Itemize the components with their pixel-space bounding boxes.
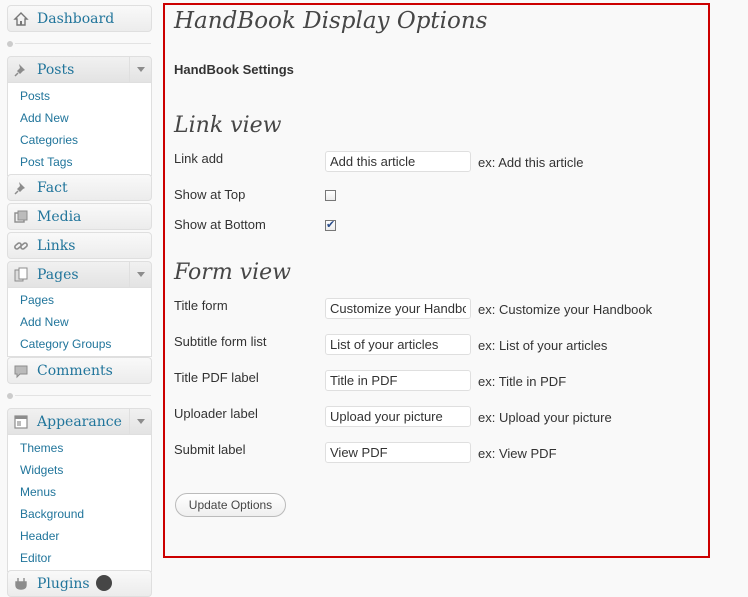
subtitle-form-list-label: Subtitle form list <box>174 334 267 349</box>
page-title: HandBook Display Options <box>174 8 488 34</box>
show-top-checkbox[interactable] <box>325 190 336 201</box>
media-icon <box>14 210 28 223</box>
menu-links[interactable]: Links <box>7 232 152 259</box>
update-options-button[interactable]: Update Options <box>175 493 286 517</box>
submit-label: Submit label <box>174 442 246 457</box>
menu-plugins-label: Plugins <box>37 576 90 592</box>
handbook-options-panel: HandBook Display Options HandBook Settin… <box>163 3 710 558</box>
menu-links-label: Links <box>37 238 76 254</box>
pages-icon <box>14 267 28 282</box>
appearance-toggle[interactable] <box>129 409 151 434</box>
submenu-category-groups[interactable]: Category Groups <box>8 333 151 355</box>
title-pdf-hint: ex: Title in PDF <box>478 374 567 389</box>
menu-media-label: Media <box>37 209 82 225</box>
menu-fact[interactable]: Fact <box>7 174 152 201</box>
menu-comments-label: Comments <box>37 363 113 379</box>
menu-dashboard-label: Dashboard <box>37 11 115 27</box>
menu-media[interactable]: Media <box>7 203 152 230</box>
show-bottom-checkbox[interactable]: ✔ <box>325 219 336 231</box>
submenu-add-new-page[interactable]: Add New <box>8 311 151 333</box>
show-bottom-label: Show at Bottom <box>174 217 266 232</box>
menu-pages[interactable]: Pages <box>7 261 152 288</box>
menu-comments[interactable]: Comments <box>7 357 152 384</box>
pages-toggle[interactable] <box>129 262 151 287</box>
checkmark-icon: ✔ <box>326 219 336 231</box>
admin-sidebar: Dashboard Posts Posts Add New Categories… <box>0 0 155 597</box>
chevron-down-icon <box>137 272 145 277</box>
title-pdf-label: Title PDF label <box>174 370 259 385</box>
show-top-label: Show at Top <box>174 187 246 202</box>
submit-input[interactable] <box>325 442 471 463</box>
pushpin-icon <box>14 182 25 195</box>
menu-appearance-label: Appearance <box>37 414 122 430</box>
comment-bubble-icon <box>14 365 28 379</box>
chevron-down-icon <box>137 419 145 424</box>
menu-appearance[interactable]: Appearance <box>7 408 152 435</box>
submenu-post-tags[interactable]: Post Tags <box>8 151 151 173</box>
update-count-badge <box>96 575 112 591</box>
title-form-label: Title form <box>174 298 228 313</box>
submenu-pages[interactable]: Pages <box>8 289 151 311</box>
pages-submenu: Pages Add New Category Groups <box>7 288 152 357</box>
submit-hint: ex: View PDF <box>478 446 557 461</box>
uploader-label: Uploader label <box>174 406 258 421</box>
menu-pages-label: Pages <box>37 267 79 283</box>
chevron-down-icon <box>137 67 145 72</box>
plugin-icon <box>15 578 27 590</box>
menu-fact-label: Fact <box>37 180 68 196</box>
submenu-posts[interactable]: Posts <box>8 85 151 107</box>
uploader-input[interactable] <box>325 406 471 427</box>
submenu-categories[interactable]: Categories <box>8 129 151 151</box>
submenu-background[interactable]: Background <box>8 503 151 525</box>
submenu-widgets[interactable]: Widgets <box>8 459 151 481</box>
menu-separator[interactable] <box>7 393 151 399</box>
subtitle-form-list-hint: ex: List of your articles <box>478 338 608 353</box>
submenu-add-new-post[interactable]: Add New <box>8 107 151 129</box>
form-view-heading: Form view <box>174 260 291 285</box>
submenu-themes[interactable]: Themes <box>8 437 151 459</box>
menu-posts-label: Posts <box>37 62 75 78</box>
dashboard-icon <box>13 12 29 26</box>
title-pdf-input[interactable] <box>325 370 471 391</box>
posts-toggle[interactable] <box>129 57 151 82</box>
link-add-label: Link add <box>174 151 224 166</box>
link-icon <box>14 242 28 250</box>
uploader-hint: ex: Upload your picture <box>478 410 612 425</box>
appearance-submenu: Themes Widgets Menus Background Header E… <box>7 435 152 572</box>
title-form-input[interactable] <box>325 298 471 319</box>
menu-separator[interactable] <box>7 41 151 47</box>
subtitle-form-list-input[interactable] <box>325 334 471 355</box>
menu-plugins[interactable]: Plugins <box>7 570 152 597</box>
submenu-menus[interactable]: Menus <box>8 481 151 503</box>
title-form-hint: ex: Customize your Handbook <box>478 302 653 317</box>
submenu-editor[interactable]: Editor <box>8 547 151 569</box>
link-add-hint: ex: Add this article <box>478 155 584 170</box>
menu-dashboard[interactable]: Dashboard <box>7 5 152 32</box>
link-view-heading: Link view <box>174 113 282 138</box>
menu-posts[interactable]: Posts <box>7 56 152 83</box>
appearance-icon <box>14 415 28 429</box>
link-add-input[interactable] <box>325 151 471 172</box>
pushpin-icon <box>14 64 25 77</box>
submenu-header[interactable]: Header <box>8 525 151 547</box>
settings-heading: HandBook Settings <box>174 62 294 77</box>
posts-submenu: Posts Add New Categories Post Tags <box>7 83 152 176</box>
